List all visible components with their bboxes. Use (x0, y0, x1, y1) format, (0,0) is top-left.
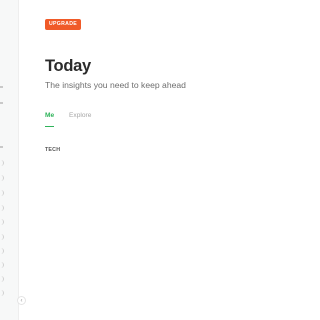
today-page: ‹ UPGRADE Today The insights you need to… (0, 0, 320, 320)
tab-explore[interactable]: Explore (69, 112, 91, 127)
sidebar-item-icon[interactable] (0, 290, 4, 296)
sidebar-item-icon[interactable] (0, 262, 4, 268)
page-title: Today (45, 57, 91, 75)
chevron-left-icon[interactable]: ‹ (17, 296, 26, 305)
sidebar-item-icon[interactable] (0, 175, 4, 181)
page-subtitle: The insights you need to keep ahead (45, 80, 186, 90)
tab-me[interactable]: Me (45, 112, 55, 127)
sidebar-item-icon[interactable] (0, 219, 4, 225)
sidebar-item-icon[interactable] (0, 234, 4, 240)
sidebar-marker (0, 146, 3, 148)
sidebar-item-icon[interactable] (0, 205, 4, 211)
sidebar-item-icon[interactable] (0, 190, 4, 196)
left-sidebar-rail (0, 0, 19, 320)
sidebar-marker (0, 86, 3, 88)
sidebar-item-icon[interactable] (0, 276, 4, 282)
sidebar-item-icon[interactable] (0, 160, 4, 166)
sidebar-item-icon[interactable] (0, 248, 4, 254)
section-heading-tech: TECH (45, 147, 61, 153)
sidebar-marker (0, 102, 3, 104)
upgrade-button[interactable]: UPGRADE (45, 19, 82, 30)
